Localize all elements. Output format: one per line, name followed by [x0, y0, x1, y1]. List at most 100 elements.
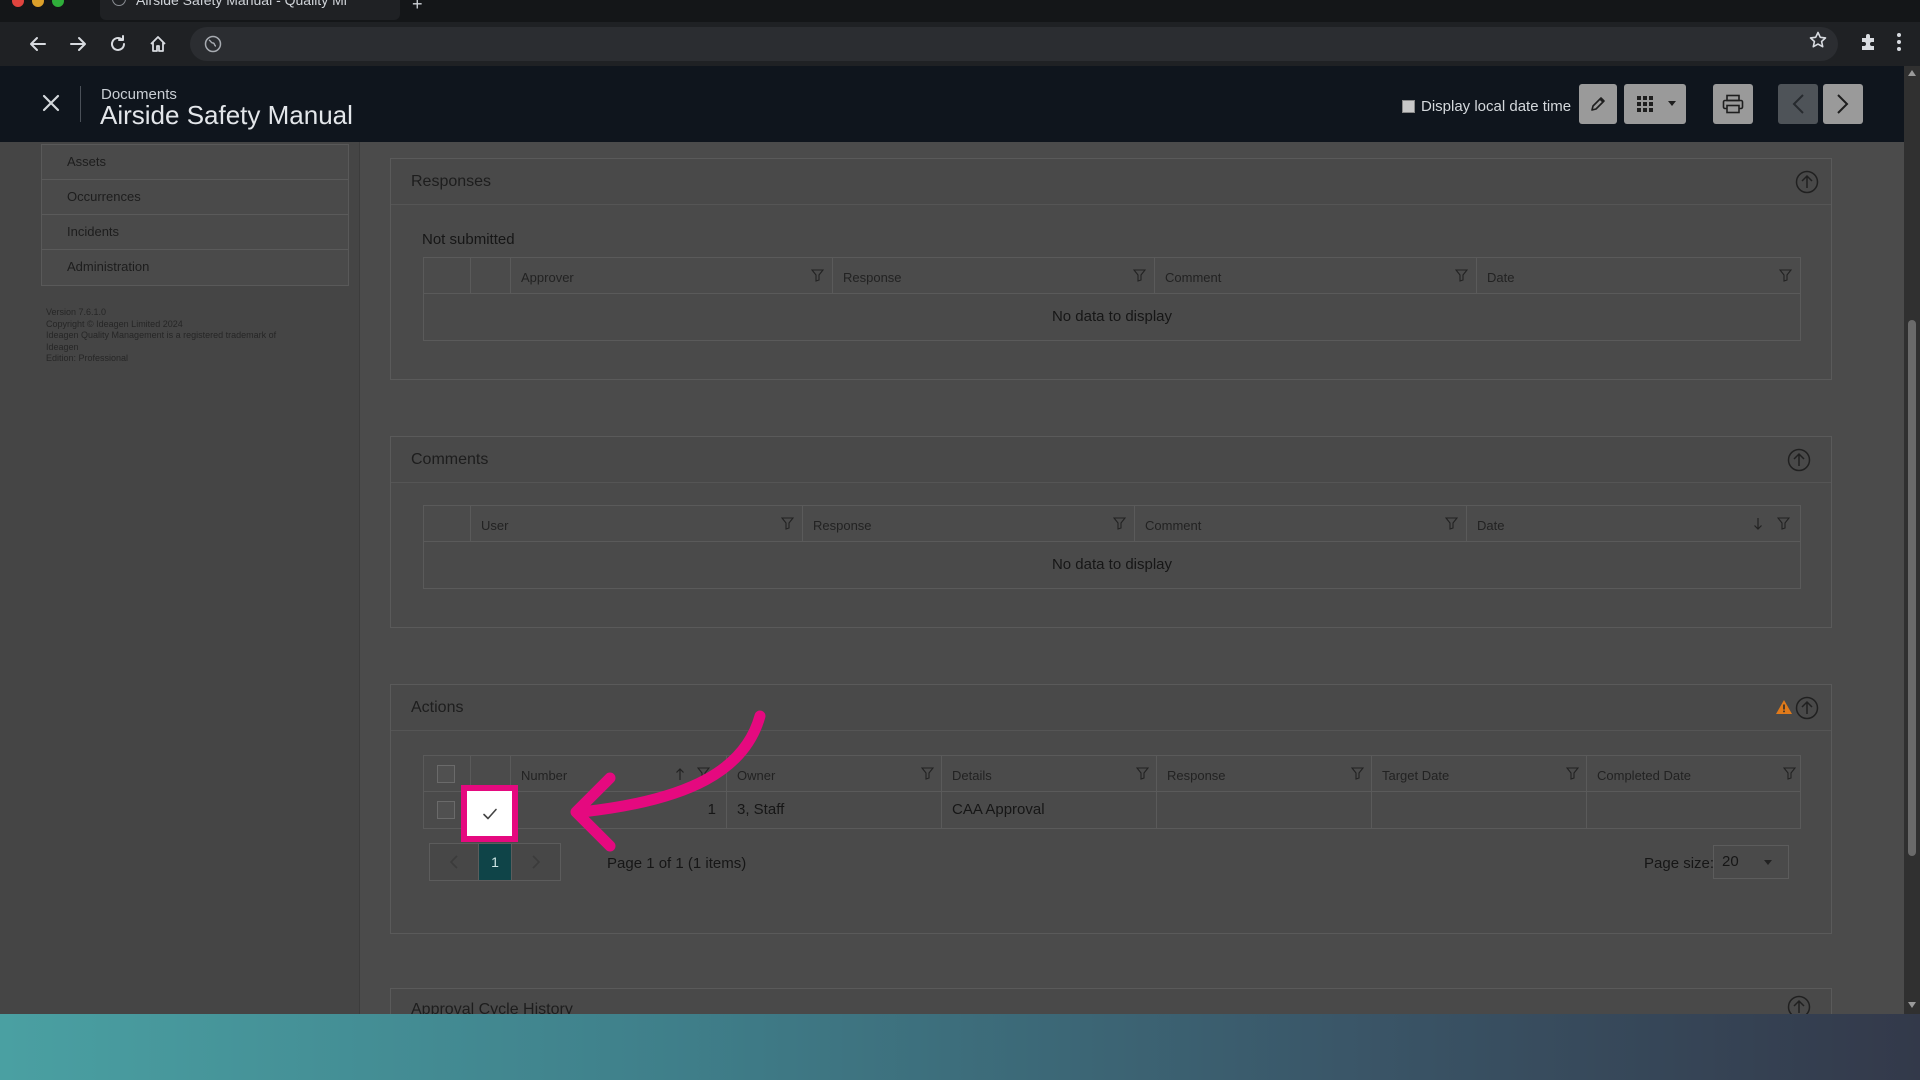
column-completed-date[interactable]: Completed Date [1586, 756, 1802, 792]
column-date[interactable]: Date [1476, 258, 1802, 294]
column-response[interactable]: Response [802, 506, 1134, 542]
filter-icon[interactable] [1113, 517, 1126, 530]
left-sidebar: Assets Occurrences Incidents Administrat… [0, 142, 360, 1014]
filter-icon[interactable] [1136, 767, 1149, 780]
sidebar-item-incidents[interactable]: Incidents [42, 215, 348, 250]
edit-button[interactable] [1579, 84, 1617, 124]
pager-previous-button[interactable] [429, 843, 479, 881]
filter-icon[interactable] [1783, 767, 1796, 780]
filter-icon[interactable] [781, 517, 794, 530]
column-comment[interactable]: Comment [1134, 506, 1466, 542]
browser-toolbar [0, 22, 1920, 66]
column-user-label: User [481, 518, 509, 533]
column-target-date[interactable]: Target Date [1371, 756, 1586, 792]
column-approver[interactable]: Approver [510, 258, 832, 294]
reload-icon[interactable] [104, 30, 132, 58]
print-button[interactable] [1713, 84, 1753, 124]
browser-tab[interactable]: Airside Safety Manual - Quality Mi [100, 0, 400, 20]
collapse-up-icon[interactable] [1795, 170, 1819, 194]
window-close-dot[interactable] [12, 0, 24, 7]
scroll-thumb[interactable] [1908, 320, 1916, 856]
column-date-label: Date [1487, 270, 1515, 285]
highlighted-row-checkbox[interactable] [461, 785, 518, 842]
desktop-wallpaper [0, 1014, 1920, 1080]
responses-status: Not submitted [422, 231, 515, 248]
trademark-line-2: Ideagen [46, 341, 79, 352]
responses-panel-header: Responses [391, 159, 1831, 205]
column-details-label: Details [952, 768, 992, 783]
new-tab-button[interactable]: + [412, 0, 423, 15]
tab-favicon-icon [112, 0, 126, 6]
back-arrow-icon[interactable] [24, 30, 52, 58]
filter-icon[interactable] [1445, 517, 1458, 530]
edition-line: Edition: Professional [46, 353, 129, 363]
sidebar-nav: Assets Occurrences Incidents Administrat… [41, 144, 349, 286]
pager-page-button[interactable]: 1 [478, 843, 512, 881]
column-comment[interactable]: Comment [1154, 258, 1476, 294]
filter-icon[interactable] [1133, 269, 1146, 282]
pager-next-button[interactable] [511, 843, 561, 881]
extensions-puzzle-icon[interactable] [1858, 31, 1880, 58]
grid-icon [1637, 96, 1653, 112]
row-details-cell[interactable]: CAA Approval [941, 792, 1156, 828]
row-response-cell [1156, 792, 1371, 828]
layout-grid-dropdown[interactable] [1624, 84, 1686, 124]
next-record-button[interactable] [1823, 84, 1863, 124]
page-size-select[interactable]: 20 [1713, 845, 1789, 879]
collapse-up-icon[interactable] [1787, 448, 1811, 472]
close-icon[interactable] [36, 88, 66, 118]
scroll-down-arrow-icon[interactable] [1908, 1002, 1916, 1008]
window-minimize-dot[interactable] [32, 0, 44, 7]
filter-icon[interactable] [1455, 269, 1468, 282]
browser-menu-icon[interactable] [1896, 32, 1902, 57]
forward-arrow-icon[interactable] [64, 30, 92, 58]
row-select-checkbox[interactable] [437, 801, 455, 819]
column-date[interactable]: Date [1466, 506, 1802, 542]
sort-descending-icon[interactable] [1753, 517, 1763, 531]
chevron-right-icon [1837, 94, 1849, 114]
filter-icon[interactable] [1566, 767, 1579, 780]
display-local-time-toggle[interactable]: Display local date time [1402, 98, 1571, 115]
filter-icon[interactable] [921, 767, 934, 780]
filter-icon[interactable] [1777, 517, 1790, 530]
responses-title: Responses [411, 173, 492, 190]
responses-panel: Responses Not submitted Approver Respons… [390, 158, 1832, 380]
trademark-line: Ideagen Quality Management is a register… [46, 330, 277, 340]
sidebar-item-assets[interactable]: Assets [42, 145, 348, 180]
previous-record-button[interactable] [1778, 84, 1818, 124]
actions-title: Actions [411, 699, 464, 716]
copyright-line: Copyright © Ideagen Limited 2024 [46, 318, 183, 329]
window-maximize-dot[interactable] [52, 0, 64, 7]
comments-empty-message: No data to display [1051, 556, 1173, 573]
column-comment-label: Comment [1165, 270, 1222, 285]
collapse-up-icon[interactable] [1795, 696, 1819, 720]
page-scrollbar[interactable] [1904, 66, 1920, 1014]
filter-icon[interactable] [1351, 767, 1364, 780]
bookmark-star-icon[interactable] [1808, 30, 1828, 55]
chevron-left-icon [449, 855, 458, 869]
column-details[interactable]: Details [941, 756, 1156, 792]
page-size-value: 20 [1722, 853, 1739, 870]
column-response[interactable]: Response [832, 258, 1154, 294]
checkmark-icon [482, 808, 497, 819]
collapse-up-icon[interactable] [1787, 995, 1811, 1014]
approval-history-panel: Approval Cycle History [390, 988, 1832, 1014]
annotation-arrow-icon [570, 710, 766, 852]
comments-title: Comments [411, 451, 489, 468]
chevron-down-icon [1668, 101, 1676, 106]
filter-icon[interactable] [1779, 269, 1792, 282]
column-response-label: Response [843, 270, 902, 285]
column-date-label: Date [1477, 518, 1505, 533]
site-info-icon[interactable] [204, 35, 222, 58]
sidebar-item-occurrences[interactable]: Occurrences [42, 180, 348, 215]
select-all-checkbox[interactable] [437, 765, 455, 783]
display-local-time-checkbox[interactable] [1402, 100, 1415, 113]
column-response[interactable]: Response [1156, 756, 1371, 792]
filter-icon[interactable] [811, 269, 824, 282]
home-icon[interactable] [144, 30, 172, 58]
address-bar[interactable] [190, 27, 1838, 61]
column-user[interactable]: User [470, 506, 802, 542]
sidebar-item-administration[interactable]: Administration [42, 250, 348, 285]
grid-spacer-col [424, 258, 470, 294]
scroll-up-arrow-icon[interactable] [1908, 70, 1916, 76]
